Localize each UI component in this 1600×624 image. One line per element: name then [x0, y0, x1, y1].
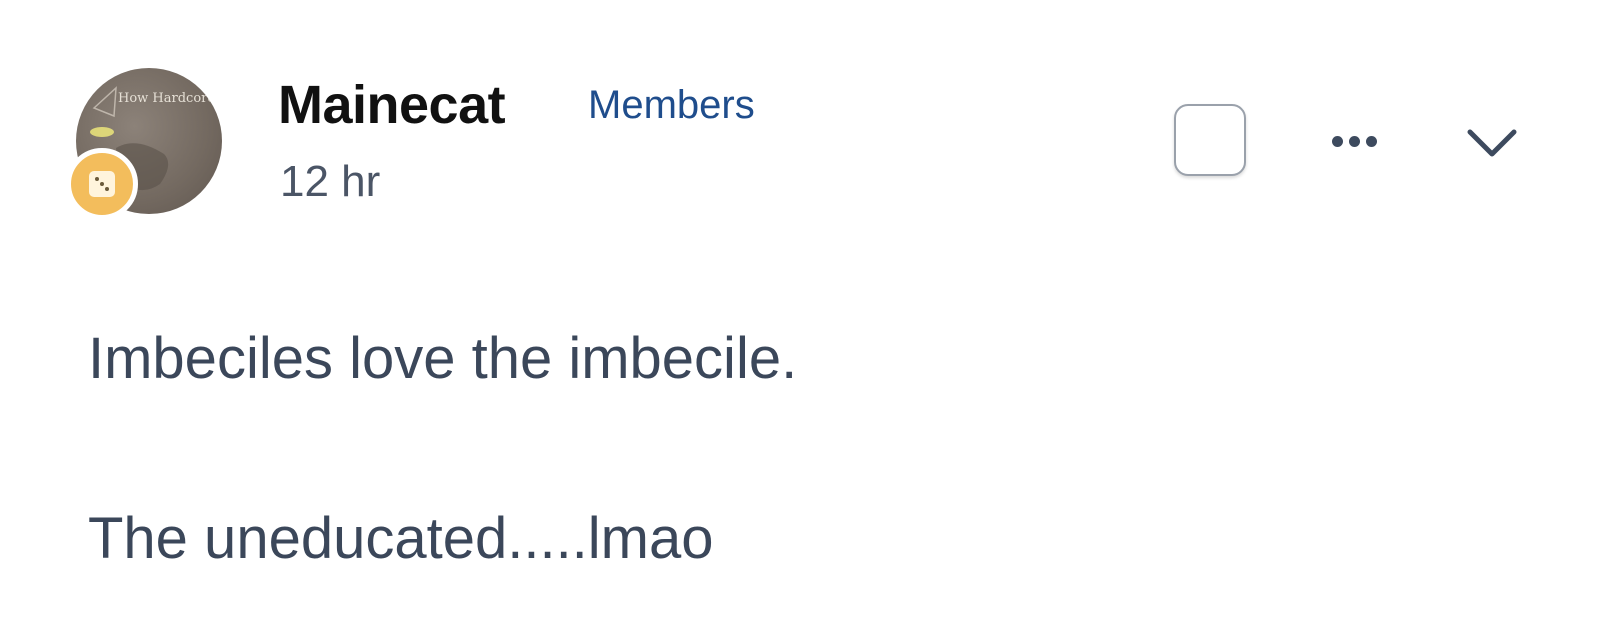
member-badge [66, 148, 138, 220]
select-checkbox[interactable] [1174, 104, 1246, 176]
chevron-down-icon[interactable] [1462, 120, 1522, 166]
post-body-line: The uneducated.....lmao [88, 506, 714, 571]
more-dots-icon[interactable] [1326, 124, 1382, 158]
author-name[interactable]: Mainecat [278, 72, 506, 138]
post-timestamp[interactable]: 12 hr [280, 154, 380, 210]
post-card: How Hardcore Are YOU? Mainecat Members 1… [0, 0, 1600, 624]
dice-icon [89, 171, 115, 197]
group-link[interactable]: Members [588, 78, 755, 132]
avatar-text: How Hardcore Are YOU? [118, 91, 222, 106]
post-body-line: Imbeciles love the imbecile. [88, 326, 798, 391]
